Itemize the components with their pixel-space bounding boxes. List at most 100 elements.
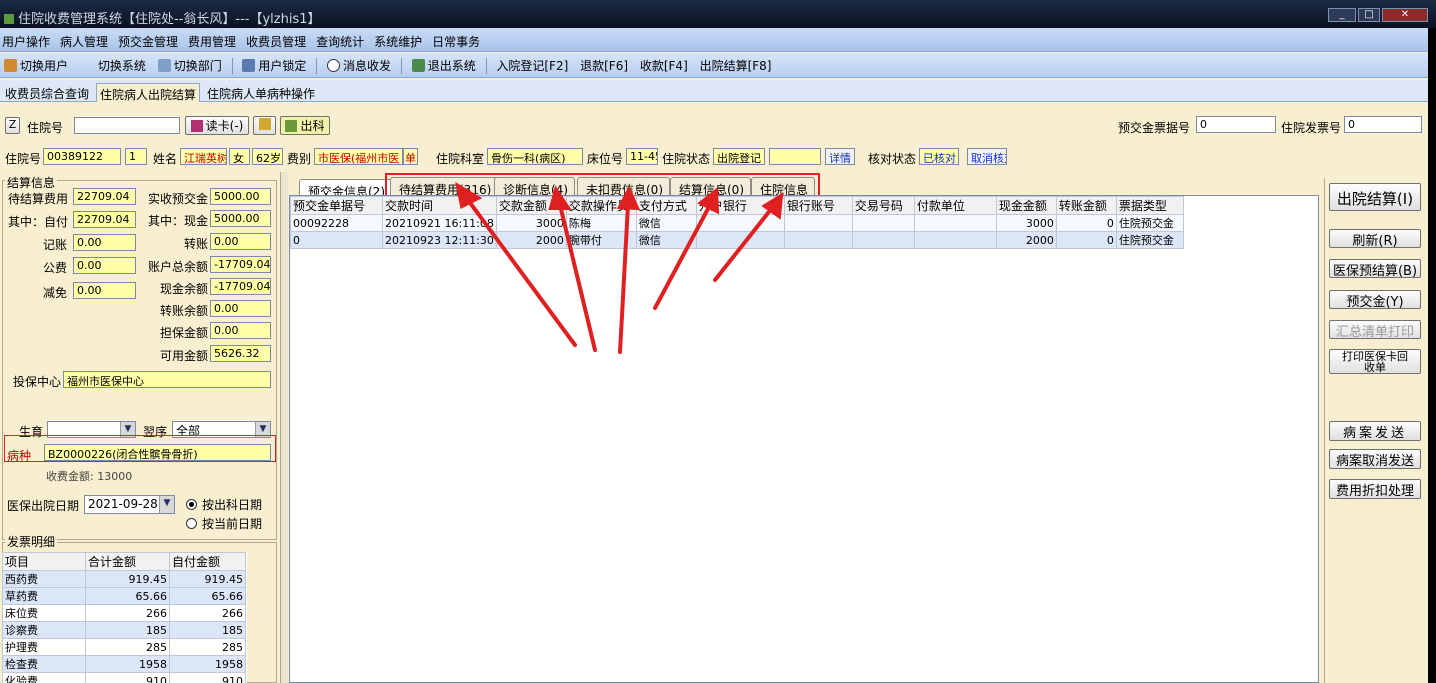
grid-col: 银行账号: [783, 196, 853, 215]
radio-checked-icon: [186, 499, 197, 510]
grid-col: 交款时间: [382, 196, 497, 215]
exit-system-button[interactable]: 退出系统: [408, 53, 480, 74]
settle-right-label: 实收预交金: [148, 192, 209, 206]
status-label: 住院状态: [662, 152, 711, 166]
deposit-grid: 预交金单据号 交款时间 交款金额 交款操作员 支付方式 开户银行 银行账号 交易…: [289, 195, 1319, 683]
lock-user-button[interactable]: 用户锁定: [238, 53, 310, 74]
settle-left-value: 0.00: [73, 257, 136, 274]
menu-patient[interactable]: 病人管理: [58, 28, 116, 50]
toolbar-separator: [485, 58, 487, 74]
grid-row[interactable]: 0 20210923 12:11:30 2000 腕带付 微信 2000 0 住院预交金: [290, 231, 1184, 249]
bed-field: 11-45: [626, 148, 658, 165]
admit-button[interactable]: 入院登记[F2]: [492, 53, 572, 74]
grid-col: 交款金额: [495, 196, 567, 215]
chevron-down-icon[interactable]: ▼: [159, 496, 174, 513]
invoice-row[interactable]: 床位费 266 266: [2, 604, 246, 622]
invoice-row[interactable]: 护理费 285 285: [2, 638, 246, 656]
deposit-table: 预交金单据号 交款时间 交款金额 交款操作员 支付方式 开户银行 银行账号 交易…: [290, 196, 1184, 249]
z-key-button[interactable]: Z: [5, 117, 20, 134]
invoice-col: 合计金额: [85, 552, 170, 571]
check-status-label: 核对状态: [868, 152, 917, 166]
broom-button[interactable]: [253, 116, 276, 135]
radio-current-date[interactable]: 按当前日期: [186, 515, 262, 532]
settle-right-label: 转账余额: [160, 304, 209, 318]
settle-right-label: 现金余额: [160, 282, 209, 296]
case-cancel-send-button[interactable]: 病案取消发送: [1329, 449, 1421, 469]
main-tab-strip: 收费员综合查询 住院病人出院结算 住院病人单病种操作: [0, 80, 1428, 102]
grid-col: 现金金额: [995, 196, 1057, 215]
close-button[interactable]: ✕: [1382, 8, 1428, 22]
discharge-settle-main-button[interactable]: 出院结算(I): [1329, 183, 1421, 211]
discharge-settle-button[interactable]: 出院结算[F8]: [696, 53, 776, 74]
menu-cashier[interactable]: 收费员管理: [244, 28, 314, 50]
status-extra-field: [769, 148, 821, 165]
menu-user[interactable]: 用户操作: [0, 28, 58, 50]
menu-fee[interactable]: 费用管理: [186, 28, 244, 50]
discharge-date-label: 医保出院日期: [7, 499, 80, 513]
invoice-row[interactable]: 化验费 910 910: [2, 672, 246, 683]
settle-left-label: 待结算费用: [8, 192, 69, 206]
tab-cashier-query[interactable]: 收费员综合查询: [2, 83, 92, 102]
settle-left-label: 其中：自付: [8, 215, 69, 229]
settle-left-label: 公费: [43, 261, 68, 275]
menu-deposit[interactable]: 预交金管理: [116, 28, 186, 50]
card-icon: [190, 120, 203, 132]
deposit-button[interactable]: 预交金(Y): [1329, 290, 1421, 310]
settle-right-value: 5626.32: [210, 345, 271, 362]
fee-discount-button[interactable]: 费用折扣处理: [1329, 479, 1421, 499]
window-titlebar: 住院收费管理系统【住院处--翁长风】---【ylzhis1】: [0, 0, 1436, 28]
insurance-presettle-button[interactable]: 医保预结算(B): [1329, 259, 1421, 279]
zyh-search-input[interactable]: [74, 117, 180, 134]
grid-row[interactable]: 00092228 20210921 16:11:08 3000 陈梅 微信 3000 0 住院…: [290, 214, 1184, 232]
zyh-search-label: 住院号: [27, 121, 64, 135]
switch-system-button[interactable]: 切换系统: [94, 53, 150, 74]
lock-icon: [242, 59, 256, 72]
maximize-button[interactable]: □: [1358, 8, 1380, 22]
panel-splitter[interactable]: [280, 172, 288, 683]
collect-button[interactable]: 收款[F4]: [636, 53, 692, 74]
bingzhong-field[interactable]: BZ0000226(闭合性髌骨骨折): [44, 444, 271, 461]
read-card-button[interactable]: 读卡(-): [185, 116, 249, 135]
refresh-button[interactable]: 刷新(R): [1329, 229, 1421, 249]
info-icon: [327, 59, 341, 72]
grid-col: 预交金单据号: [290, 196, 383, 215]
switch-user-button[interactable]: 切换用户: [0, 53, 72, 74]
invoice-no-input[interactable]: 0: [1344, 116, 1422, 133]
minimize-button[interactable]: _: [1328, 8, 1356, 22]
detail-button[interactable]: 详情: [825, 148, 855, 165]
settle-right-value: -17709.04: [210, 256, 271, 273]
grid-col: 支付方式: [635, 196, 697, 215]
print-card-return-button[interactable]: 打印医保卡回收单: [1329, 349, 1421, 374]
case-send-button[interactable]: 病案发送: [1329, 421, 1421, 441]
radio-out-date[interactable]: 按出科日期: [186, 496, 262, 513]
grid-col: 交款操作员: [565, 196, 637, 215]
switch-dept-button[interactable]: 切换部门: [154, 53, 226, 74]
insure-label: 投保中心: [13, 375, 62, 389]
deposit-receipt-input[interactable]: 0: [1196, 116, 1276, 133]
settle-right-label: 担保金额: [160, 326, 209, 340]
settle-right-value: 0.00: [210, 300, 271, 317]
invoice-row[interactable]: 检查费 1958 1958: [2, 655, 246, 673]
settle-left-value: 22709.04: [73, 188, 136, 205]
settle-right-label: 转账: [184, 237, 209, 251]
tab-single-disease[interactable]: 住院病人单病种操作: [204, 83, 318, 102]
message-button[interactable]: 消息收发: [323, 53, 395, 74]
shoufei-amount: 收费金额: 13000: [46, 470, 133, 483]
sex-field: 女: [229, 148, 250, 165]
menu-daily[interactable]: 日常事务: [430, 28, 488, 50]
menu-query[interactable]: 查询统计: [314, 28, 372, 50]
cancel-check-button[interactable]: 取消核对: [967, 148, 1007, 165]
refund-button[interactable]: 退款[F6]: [576, 53, 632, 74]
grid-col: 票据类型: [1115, 196, 1184, 215]
settle-right-label: 账户总余额: [148, 260, 209, 274]
bed-label: 床位号: [587, 152, 624, 166]
invoice-row[interactable]: 诊察费 185 185: [2, 621, 246, 639]
out-dept-button[interactable]: 出科: [280, 116, 330, 135]
tab-discharge-settle[interactable]: 住院病人出院结算: [96, 83, 201, 102]
discharge-date-picker[interactable]: 2021-09-28 ▼: [84, 495, 175, 514]
invoice-row[interactable]: 西药费 919.45 919.45: [2, 570, 246, 588]
invoice-col: 项目: [2, 552, 86, 571]
menu-system[interactable]: 系统维护: [372, 28, 430, 50]
summary-print-button[interactable]: 汇总清单打印: [1329, 320, 1421, 340]
invoice-row[interactable]: 草药费 65.66 65.66: [2, 587, 246, 605]
